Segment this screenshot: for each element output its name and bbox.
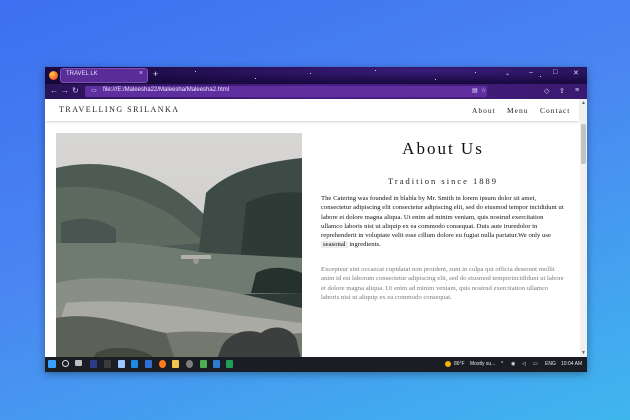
- nav-link-contact[interactable]: Contact: [540, 106, 570, 115]
- page-scrollbar[interactable]: ▲ ▼: [580, 99, 587, 357]
- tray-chevron-icon[interactable]: ^: [501, 361, 503, 367]
- nav-link-menu[interactable]: Menu: [507, 106, 529, 115]
- browser-window: TRAVEL LK × + ⌄ – □ ✕ ← → ↻ ▭ file:///E:…: [45, 67, 587, 372]
- volume-icon[interactable]: ◁: [522, 361, 526, 367]
- excel-icon[interactable]: [226, 360, 233, 368]
- address-bar[interactable]: ▭ file:///E:/Maleesha22/Maleesha/Maleesh…: [85, 86, 487, 97]
- scroll-down-icon[interactable]: ▼: [581, 350, 586, 356]
- file-explorer-icon[interactable]: [172, 360, 179, 368]
- clock[interactable]: 10:04 AM: [561, 361, 582, 367]
- weather-temp[interactable]: 86°F: [454, 361, 465, 367]
- app-icon-2[interactable]: [186, 360, 193, 368]
- scroll-thumb[interactable]: [581, 124, 586, 164]
- reader-view-icon[interactable]: ▤: [472, 87, 478, 94]
- minimize-icon[interactable]: –: [529, 69, 533, 76]
- firefox-icon[interactable]: [49, 71, 58, 80]
- landscape-photo: [56, 133, 302, 357]
- language-indicator[interactable]: ENG: [545, 361, 556, 367]
- nav-link-about[interactable]: About: [472, 106, 496, 115]
- network-icon[interactable]: ◉: [511, 361, 515, 367]
- task-view-icon[interactable]: [75, 360, 82, 366]
- vscode-icon[interactable]: [145, 360, 152, 368]
- weather-icon[interactable]: [445, 361, 451, 367]
- tab-close-icon[interactable]: ×: [139, 70, 143, 77]
- back-icon[interactable]: ←: [50, 86, 58, 95]
- edge-icon[interactable]: [131, 360, 138, 368]
- battery-icon[interactable]: ▭: [533, 361, 538, 367]
- secondary-paragraph: Excepteur sint occaecat cupidatat non pr…: [321, 266, 564, 301]
- seasonal-tag: seasonal: [321, 241, 348, 249]
- bookmark-star-icon[interactable]: ☆: [481, 87, 486, 94]
- page-info-icon[interactable]: ▭: [91, 87, 97, 94]
- terminal-icon[interactable]: [104, 360, 111, 368]
- about-text-start: The Catering was founded in blabla by Mr…: [321, 195, 564, 240]
- page-viewport: TRAVELLING SRILANKA About Menu Contact A…: [45, 99, 587, 357]
- firefox-taskbar-icon[interactable]: [159, 360, 166, 368]
- about-text-end: ingredients.: [347, 241, 381, 249]
- word-icon[interactable]: [213, 360, 220, 368]
- page-subtitle: Tradition since 1889: [387, 176, 499, 186]
- reload-icon[interactable]: ↻: [72, 86, 79, 95]
- site-navbar: TRAVELLING SRILANKA About Menu Contact: [45, 99, 579, 121]
- forward-icon[interactable]: →: [61, 86, 69, 95]
- windows-taskbar: 86°F Mostly su... ^ ◉ ◁ ▭ ENG 10:04 AM: [45, 357, 587, 372]
- windows-start-icon[interactable]: [48, 360, 56, 368]
- premiere-icon[interactable]: [90, 360, 97, 368]
- extensions-icon[interactable]: ⇪: [559, 87, 565, 95]
- url-text: file:///E:/Maleesha22/Maleesha/Maleesha2…: [103, 87, 230, 93]
- close-window-icon[interactable]: ✕: [573, 69, 579, 77]
- list-tabs-icon[interactable]: ⌄: [505, 70, 510, 77]
- site-brand[interactable]: TRAVELLING SRILANKA: [59, 105, 180, 114]
- scroll-up-icon[interactable]: ▲: [581, 100, 586, 106]
- search-icon[interactable]: [62, 360, 69, 367]
- navigation-toolbar: ← → ↻ ▭ file:///E:/Maleesha22/Maleesha/M…: [45, 84, 587, 99]
- tab-travel-lk[interactable]: TRAVEL LK ×: [60, 68, 148, 83]
- weather-desc[interactable]: Mostly su...: [470, 361, 495, 367]
- tab-bar: TRAVEL LK × + ⌄ – □ ✕: [45, 67, 587, 84]
- tab-title: TRAVEL LK: [66, 71, 98, 77]
- menu-icon[interactable]: ≡: [575, 87, 579, 94]
- about-paragraph: The Catering was founded in blabla by Mr…: [321, 194, 565, 250]
- app-icon-3[interactable]: [200, 360, 207, 368]
- new-tab-button[interactable]: +: [153, 69, 158, 79]
- app-icon[interactable]: [118, 360, 125, 368]
- pocket-icon[interactable]: ◇: [544, 87, 549, 95]
- maximize-icon[interactable]: □: [553, 69, 557, 76]
- page-title: About Us: [402, 139, 484, 158]
